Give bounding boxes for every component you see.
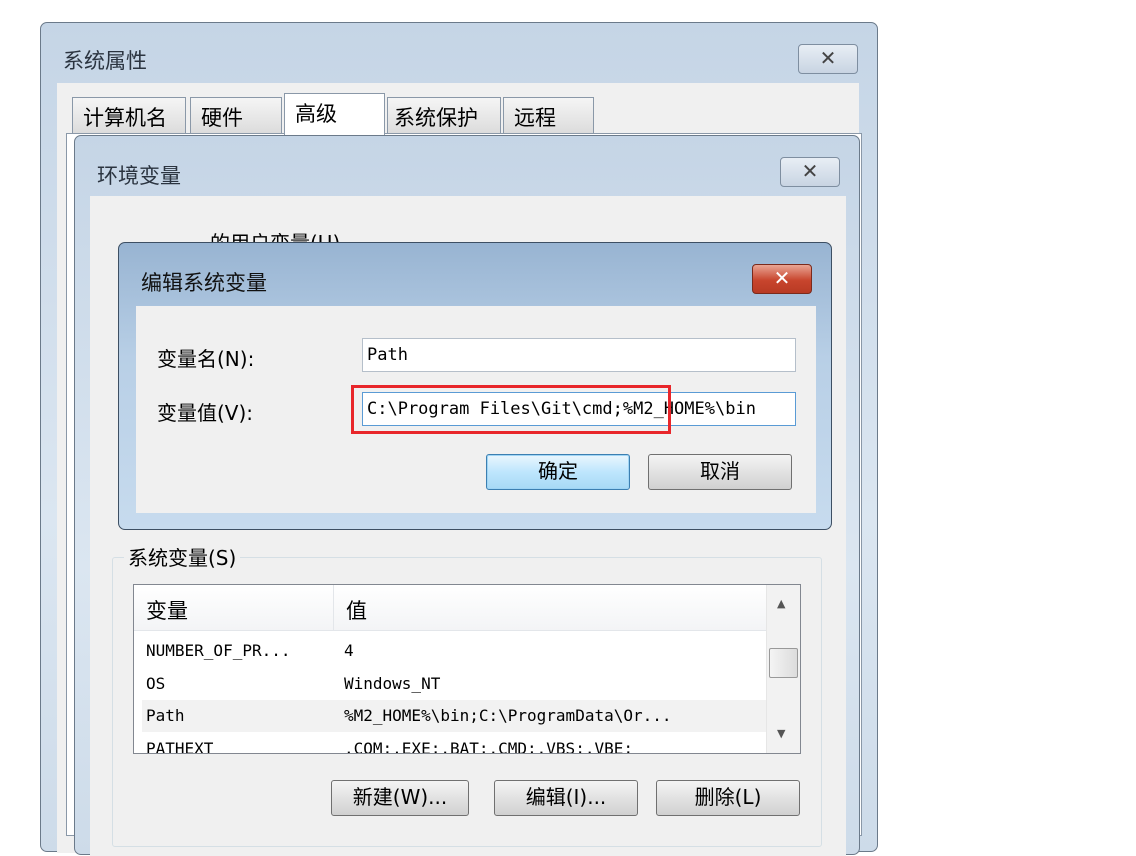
row-name: Path <box>146 706 185 725</box>
tab-computer-name[interactable]: 计算机名 <box>72 97 186 133</box>
tab-hardware[interactable]: 硬件 <box>190 97 282 133</box>
tab-system-protection[interactable]: 系统保护 <box>387 97 501 133</box>
list-header: 变量 值 <box>134 585 766 631</box>
row-name: PATHEXT <box>146 739 214 754</box>
highlight-box <box>351 385 671 434</box>
scrollbar-thumb[interactable] <box>769 648 798 678</box>
arrow-down-icon[interactable]: ▼ <box>777 727 785 740</box>
env-window-title: 环境变量 <box>97 164 181 188</box>
system-vars-list[interactable]: 变量 值 NUMBER_OF_PR... 4 OS Windows_NT Path%… <box>133 584 801 754</box>
delete-button[interactable]: 删除(L) <box>656 780 800 816</box>
new-button[interactable]: 新建(W)... <box>331 780 469 816</box>
row-value: 4 <box>344 641 354 660</box>
edit-button[interactable]: 编辑(I)... <box>494 780 638 816</box>
table-row[interactable]: PATHEXT .COM;.EXE;.BAT;.CMD;.VBS;.VBE; <box>134 733 766 754</box>
tab-advanced[interactable]: 高级 <box>284 93 385 135</box>
row-value: Windows_NT <box>344 674 441 693</box>
table-row-selected[interactable]: Path %M2_HOME%\bin;C:\ProgramData\Or... <box>142 700 766 732</box>
column-divider <box>333 585 334 631</box>
cancel-button[interactable]: 取消 <box>648 454 792 490</box>
column-header-variable[interactable]: 变量 <box>146 595 188 625</box>
close-icon: ✕ <box>801 159 819 183</box>
tab-remote[interactable]: 远程 <box>503 97 594 133</box>
table-row[interactable]: NUMBER_OF_PR... 4 <box>134 635 766 667</box>
variable-value-label: 变量值(V): <box>157 401 254 425</box>
env-close-button[interactable]: ✕ <box>780 157 840 187</box>
ok-button[interactable]: 确定 <box>486 454 630 490</box>
window-title: 系统属性 <box>63 49 147 73</box>
variable-name-input[interactable]: Path <box>362 338 796 372</box>
arrow-up-icon[interactable]: ▲ <box>777 597 785 610</box>
dialog-close-button[interactable]: ✕ <box>752 264 812 294</box>
column-header-value[interactable]: 值 <box>346 595 367 625</box>
close-icon: ✕ <box>773 266 791 290</box>
close-icon: ✕ <box>819 46 837 70</box>
scrollbar[interactable]: ▲ ▼ <box>766 585 800 753</box>
row-value: %M2_HOME%\bin;C:\ProgramData\Or... <box>344 706 672 725</box>
close-button[interactable]: ✕ <box>798 44 858 74</box>
row-value: .COM;.EXE;.BAT;.CMD;.VBS;.VBE; <box>344 739 633 754</box>
dialog-title: 编辑系统变量 <box>141 271 267 295</box>
variable-name-label: 变量名(N): <box>157 347 255 371</box>
row-name: NUMBER_OF_PR... <box>146 641 291 660</box>
row-name: OS <box>146 674 166 693</box>
system-vars-label: 系统变量(S) <box>124 542 241 571</box>
table-row[interactable]: OS Windows_NT <box>134 668 766 700</box>
